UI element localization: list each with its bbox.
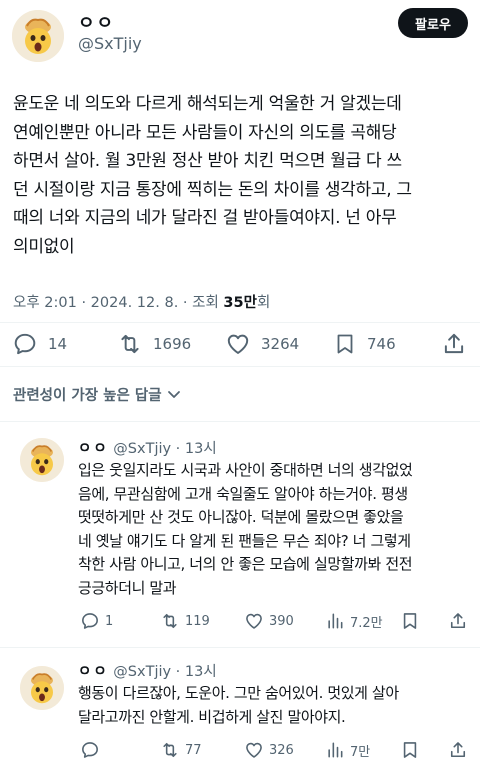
views-icon [328, 742, 343, 758]
view-count-suffix: 회 [256, 295, 271, 311]
tweet-line: 의미없이 [13, 236, 75, 257]
separator: · [171, 441, 185, 457]
like-button[interactable]: 390 [244, 610, 294, 632]
retweet-button[interactable]: 119 [160, 610, 210, 632]
reply-line: 네 옛날 얘기도 다 알게 된 팬들은 무슨 죄야? 너 그렇게 [78, 531, 411, 550]
like-count: 390 [269, 613, 294, 629]
bookmark-count: 746 [367, 335, 396, 353]
bookmark-button[interactable]: 746 [333, 330, 396, 358]
tweet-text: 윤도운 네 의도와 다르게 해석되는게 억울한 거 알겠는데연예인뿐만 아니라 … [13, 90, 475, 261]
like-icon [227, 334, 249, 354]
avatar[interactable] [20, 666, 64, 710]
avatar-emoji-icon [20, 666, 64, 710]
avatar-emoji-icon [20, 438, 64, 482]
reply-line: 입은 웃일지라도 시국과 사안이 중대하면 너의 생각없었 [78, 461, 413, 479]
reply-icon [14, 333, 36, 355]
like-icon [246, 613, 262, 629]
like-button[interactable]: 3264 [225, 330, 299, 358]
share-button[interactable] [448, 610, 468, 632]
tweet-line: 던 시절이랑 지금 통장에 찍히는 돈의 차이를 생각하고, 그 [13, 179, 412, 200]
views-button[interactable]: 7만 [325, 739, 370, 761]
reply-line: 음에, 무관심함에 고개 숙일줄도 알아야 하는거야. 평생 [78, 484, 408, 503]
tweet-actions: 14 1696 3264 746 [0, 330, 480, 358]
share-button[interactable] [441, 330, 467, 358]
like-icon [246, 742, 262, 758]
views-icon [328, 613, 343, 629]
reply-icon [82, 613, 98, 629]
view-count: 7만 [350, 744, 371, 760]
follow-button[interactable]: 팔로우 [398, 8, 468, 38]
avatar-emoji-icon [12, 10, 64, 62]
separator: · [171, 664, 185, 680]
reply-time[interactable]: 13시 [185, 441, 217, 457]
views-button[interactable]: 7.2만 [325, 610, 383, 632]
retweet-button[interactable]: 77 [160, 739, 202, 761]
author-name[interactable]: ㅇㅇ [78, 9, 115, 35]
reply-header: ㅇㅇ @SxTjiy · 13시 [78, 660, 217, 681]
reply-author-name[interactable]: ㅇㅇ [78, 664, 109, 680]
view-count: 7.2만 [350, 615, 383, 631]
divider [0, 421, 480, 422]
reply-text: 행동이 다르잖아, 도운아. 그만 숨어있어. 멋있게 살아달라고까진 안할게.… [78, 682, 476, 729]
avatar[interactable] [20, 438, 64, 482]
reply-icon [82, 742, 98, 758]
reply-count: 1 [105, 613, 114, 629]
reply-line: 긍긍하더니 말과 [78, 578, 177, 597]
tweet-line: 때의 너와 지금의 네가 달라진 걸 받아들여야지. 넌 아무 [13, 208, 397, 228]
share-icon [450, 613, 466, 629]
divider [0, 647, 480, 648]
retweet-icon [163, 613, 177, 629]
tweet-line: 윤도운 네 의도와 다르게 해석되는게 억울한 거 알겠는데 [13, 94, 402, 114]
retweet-button[interactable]: 1696 [117, 330, 191, 358]
reply-button[interactable]: 14 [12, 330, 67, 358]
reply-line: 달라고까진 안할게. 비겁하게 살진 말아야지. [78, 707, 346, 726]
reply-time[interactable]: 13시 [185, 664, 217, 680]
tweet-meta: 오후 2:01 · 2024. 12. 8. · 조회 35만회 [13, 291, 270, 312]
reply-sort-label: 관련성이 가장 높은 답글 [13, 388, 162, 404]
retweet-count: 77 [185, 742, 202, 758]
tweet-line: 하면서 살아. 월 3만원 정산 받아 치킨 먹으면 월급 다 쓰 [13, 151, 402, 171]
share-button[interactable] [448, 739, 468, 761]
retweet-icon [121, 334, 139, 354]
bookmark-button[interactable] [400, 610, 420, 632]
reply-count: 14 [48, 335, 68, 353]
tweet-line: 연예인뿐만 아니라 모든 사람들이 자신의 의도를 곡해당 [13, 122, 397, 143]
share-icon [450, 742, 466, 758]
bookmark-icon [403, 742, 417, 758]
like-button[interactable]: 326 [244, 739, 294, 761]
reply-button[interactable] [80, 739, 100, 761]
divider [0, 366, 480, 367]
reply-line: 떳떳하게만 산 것도 아니잖아. 덕분에 몰랐으면 좋았을 [78, 508, 404, 526]
like-count: 326 [269, 742, 294, 758]
author-handle[interactable]: @SxTjiy [78, 34, 142, 53]
divider [0, 322, 480, 323]
retweet-icon [163, 742, 177, 758]
avatar[interactable] [12, 10, 64, 62]
reply-author-handle[interactable]: @SxTjiy [113, 441, 171, 457]
reply-text: 입은 웃일지라도 시국과 사안이 중대하면 너의 생각없었음에, 무관심함에 고… [78, 459, 476, 600]
reply-line: 행동이 다르잖아, 도운아. 그만 숨어있어. 멋있게 살아 [78, 684, 399, 702]
chevron-down-icon [167, 391, 180, 398]
timestamp[interactable]: 오후 2:01 · 2024. 12. 8. · 조회 [13, 295, 223, 311]
reply-author-handle[interactable]: @SxTjiy [113, 664, 171, 680]
reply-line: 착한 사람 아니고, 너의 안 좋은 모습에 실망할까봐 전전 [78, 555, 413, 573]
retweet-count: 1696 [153, 335, 192, 353]
view-count: 35만 [223, 295, 257, 311]
retweet-count: 119 [185, 613, 210, 629]
bookmark-icon [403, 613, 417, 629]
share-icon [444, 333, 464, 354]
like-count: 3264 [261, 335, 300, 353]
reply-header: ㅇㅇ @SxTjiy · 13시 [78, 437, 217, 458]
reply-button[interactable]: 1 [80, 610, 113, 632]
bookmark-button[interactable] [400, 739, 420, 761]
bookmark-icon [337, 334, 353, 354]
reply-sort-dropdown[interactable]: 관련성이 가장 높은 답글 [13, 384, 182, 405]
reply-author-name[interactable]: ㅇㅇ [78, 441, 109, 457]
